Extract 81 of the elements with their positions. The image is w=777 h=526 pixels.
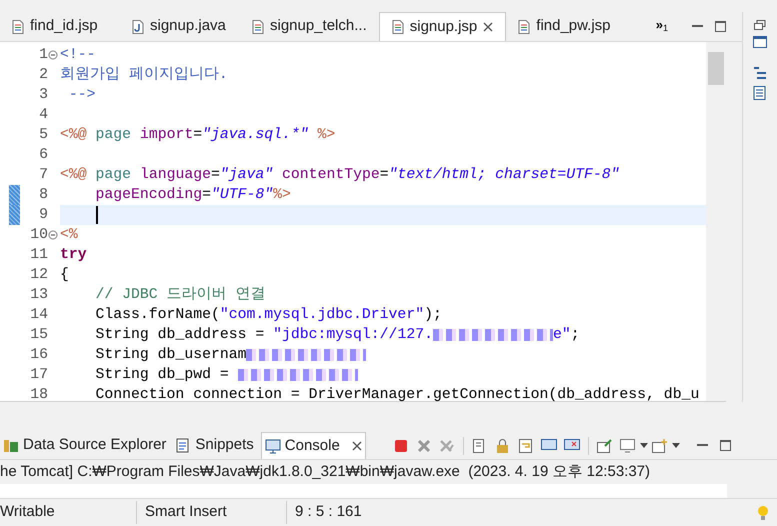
view-tab[interactable]: Snippets bbox=[173, 432, 257, 459]
line-number: 14 bbox=[29, 306, 48, 325]
list-icon[interactable] bbox=[753, 86, 767, 100]
status-insert: Smart Insert bbox=[136, 501, 286, 524]
line-number: 2 bbox=[38, 66, 48, 85]
code-line: String db_address = "jdbc:mysql://127. e"; bbox=[94, 326, 580, 345]
code-line: 회원가입 페이지입니다. bbox=[60, 66, 228, 85]
java-file-icon bbox=[132, 20, 144, 34]
caret-icon[interactable] bbox=[672, 443, 680, 448]
pin-icon bbox=[597, 438, 612, 452]
code-line: pageEncoding="UTF-8"%> bbox=[94, 186, 291, 205]
text-cursor bbox=[96, 206, 98, 224]
file-icon bbox=[252, 20, 264, 34]
outline-icon[interactable] bbox=[753, 66, 767, 80]
line-number: 7 bbox=[38, 166, 48, 185]
file-icon bbox=[518, 20, 530, 34]
line-number: 17 bbox=[29, 366, 48, 385]
window-icon[interactable] bbox=[753, 36, 767, 48]
monitor-icon bbox=[540, 438, 557, 452]
code-line: Connection connection = DriverManager.getConnection(db_address, db_u bbox=[94, 386, 700, 405]
code-line: <% bbox=[60, 226, 78, 245]
code-line: { bbox=[60, 266, 69, 285]
new-window-icon bbox=[652, 438, 668, 452]
line-number: 15 bbox=[29, 326, 48, 345]
close-icon[interactable] bbox=[483, 22, 494, 32]
code-line: <%@ page language="java" contentType="text/html; charset=UTF-8" bbox=[60, 166, 620, 185]
tab-label: signup.java bbox=[150, 16, 226, 36]
minimize-icon[interactable] bbox=[692, 24, 703, 28]
code-line: // JDBC 드라이버 연결 bbox=[94, 286, 266, 305]
tab-label: signup.jsp bbox=[410, 16, 478, 37]
database-icon bbox=[3, 438, 19, 454]
console-header: he Tomcat] C:₩Program Files₩Java₩jdk1.8.0_321₩bin₩javaw.exe (2023. 4. 19 오후 12:53:37) bbox=[0, 460, 727, 484]
caret-icon[interactable] bbox=[640, 443, 648, 448]
snippets-icon bbox=[176, 438, 192, 453]
monitor-icon bbox=[620, 438, 636, 452]
maximize-icon[interactable] bbox=[720, 440, 731, 451]
line-number: 6 bbox=[38, 146, 48, 165]
tab-label: signup_telch... bbox=[270, 16, 367, 36]
editor-tab[interactable]: signup.jsp bbox=[378, 12, 506, 41]
line-number: 11 bbox=[29, 246, 48, 265]
maximize-icon[interactable] bbox=[715, 21, 726, 32]
file-icon bbox=[12, 20, 24, 34]
status-position: 9 : 5 : 161 bbox=[286, 501, 426, 524]
code-line: Class.forName("com.mysql.jdbc.Driver"); bbox=[94, 306, 442, 325]
line-number: 12 bbox=[29, 266, 48, 285]
lock-icon bbox=[496, 438, 510, 452]
code-line: String db_usernam bbox=[60, 345, 366, 365]
line-number: 5 bbox=[38, 126, 48, 145]
line-number: 9 bbox=[38, 206, 48, 225]
close-icon bbox=[418, 440, 430, 452]
line-number: 10 bbox=[29, 226, 48, 245]
code-line: <%@ page import="java.sql.*" %> bbox=[60, 126, 336, 145]
restore-icon[interactable] bbox=[754, 20, 766, 30]
line-number: 3 bbox=[38, 86, 48, 105]
line-number: 18 bbox=[29, 386, 48, 405]
view-tab[interactable]: Data Source Explorer bbox=[0, 432, 170, 459]
code-line: try bbox=[60, 246, 87, 265]
minimize-icon[interactable] bbox=[696, 444, 708, 448]
code-line: --> bbox=[68, 86, 96, 105]
fold-icon[interactable] bbox=[48, 50, 58, 60]
line-number: 13 bbox=[29, 286, 48, 305]
line-number: 4 bbox=[38, 106, 48, 125]
code-line: String db_pwd = bbox=[60, 365, 358, 385]
fold-icon[interactable] bbox=[48, 230, 58, 240]
file-icon bbox=[392, 20, 404, 34]
monitor-icon bbox=[564, 438, 580, 452]
monitor-icon bbox=[264, 438, 281, 454]
line-number: 1 bbox=[38, 46, 48, 65]
line-number: 16 bbox=[29, 346, 48, 365]
close-icon bbox=[440, 440, 454, 452]
wrap-icon bbox=[518, 438, 533, 452]
vertical-scrollbar[interactable] bbox=[706, 42, 726, 401]
close-icon[interactable] bbox=[352, 441, 362, 451]
code-line: <!-- bbox=[60, 46, 96, 65]
stop-icon bbox=[394, 440, 407, 452]
line-number: 8 bbox=[38, 186, 48, 205]
tab-label: find_id.jsp bbox=[30, 16, 98, 36]
view-tab[interactable]: Console bbox=[260, 432, 366, 459]
tab-label: find_pw.jsp bbox=[536, 16, 610, 36]
page-icon bbox=[473, 438, 486, 452]
status-mode: Writable bbox=[0, 502, 56, 522]
